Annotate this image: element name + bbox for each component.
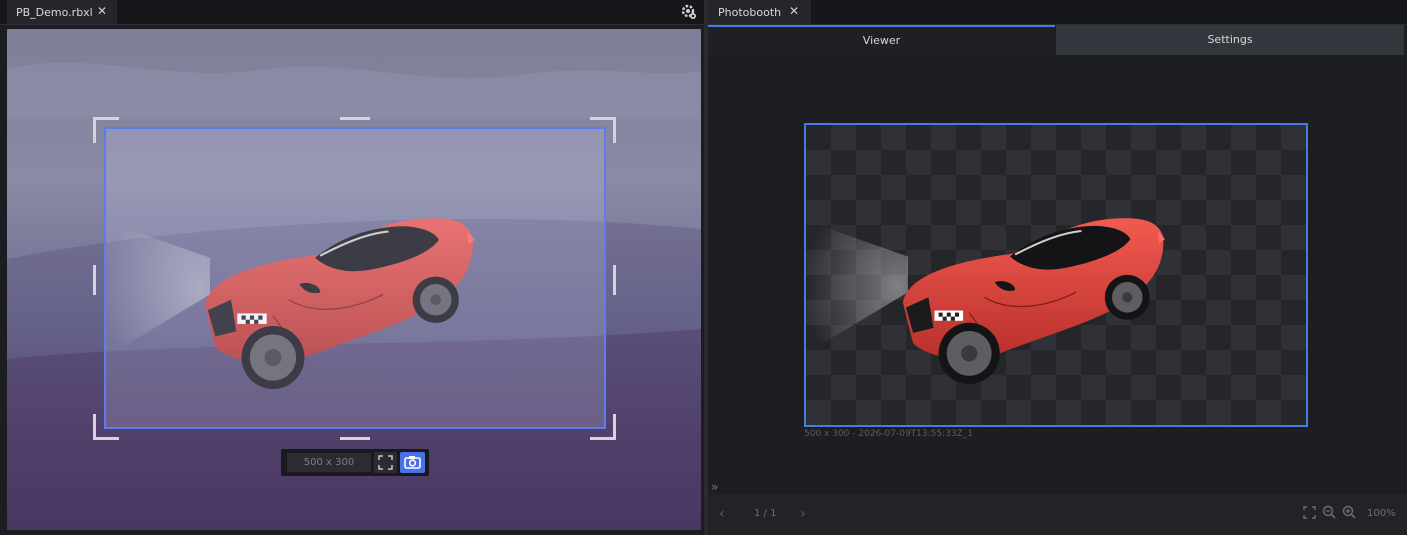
capture-toolbar: 500 x 300 bbox=[281, 449, 429, 476]
photobooth-panel: Photobooth ✕ Viewer Settings 500 x 300 -… bbox=[708, 0, 1407, 535]
document-tab[interactable]: PB_Demo.rbxl ✕ bbox=[7, 0, 117, 24]
crop-edge-top[interactable] bbox=[340, 117, 370, 120]
crop-edge-right[interactable] bbox=[613, 265, 616, 295]
close-icon[interactable]: ✕ bbox=[789, 4, 799, 18]
photobooth-tab-label: Photobooth bbox=[718, 5, 782, 19]
zoom-fit-icon[interactable] bbox=[1303, 506, 1316, 519]
crop-corner-bl[interactable] bbox=[93, 437, 119, 440]
crop-corner-tl-v[interactable] bbox=[93, 117, 96, 143]
close-icon[interactable]: ✕ bbox=[97, 4, 107, 18]
double-chevron-icon[interactable]: » bbox=[711, 480, 718, 494]
chevron-left-icon[interactable]: ‹ bbox=[719, 506, 725, 522]
zoom-out-icon[interactable] bbox=[1322, 505, 1336, 519]
chevron-right-icon[interactable]: › bbox=[800, 506, 806, 522]
crop-corner-tl[interactable] bbox=[93, 117, 119, 120]
capture-frame[interactable] bbox=[104, 127, 606, 429]
crop-corner-br-v[interactable] bbox=[613, 414, 616, 440]
camera-icon bbox=[404, 456, 421, 469]
capture-button[interactable] bbox=[400, 452, 425, 473]
photo-caption: 500 x 300 - 2026-07-09T13:55:33Z_1 bbox=[804, 429, 973, 439]
photo-preview[interactable] bbox=[804, 123, 1308, 427]
page-indicator: 1 / 1 bbox=[754, 508, 777, 519]
viewer-footer: ‹ 1 / 1 › 100% bbox=[708, 494, 1407, 535]
document-tab-label: PB_Demo.rbxl bbox=[16, 5, 93, 19]
tab-settings[interactable]: Settings bbox=[1056, 25, 1404, 55]
fullscreen-button[interactable] bbox=[374, 452, 397, 473]
preview-image bbox=[806, 217, 1167, 386]
document-tab-bar: PB_Demo.rbxl ✕ bbox=[0, 0, 704, 25]
zoom-level: 100% bbox=[1367, 508, 1396, 519]
studio-viewport-panel: PB_Demo.rbxl ✕ 500 x 300 bbox=[0, 0, 704, 535]
tab-viewer[interactable]: Viewer bbox=[708, 25, 1055, 55]
fullscreen-icon bbox=[378, 455, 393, 470]
photobooth-tab-bar: Photobooth ✕ bbox=[708, 0, 1407, 25]
photobooth-tab[interactable]: Photobooth ✕ bbox=[708, 0, 811, 24]
size-input[interactable]: 500 x 300 bbox=[287, 453, 371, 472]
zoom-in-icon[interactable] bbox=[1342, 505, 1356, 519]
crop-edge-left[interactable] bbox=[93, 265, 96, 295]
3d-viewport[interactable]: 500 x 300 bbox=[7, 29, 701, 530]
crop-edge-bottom[interactable] bbox=[340, 437, 370, 440]
gear-icon[interactable] bbox=[680, 3, 698, 21]
subtab-bar: Viewer Settings bbox=[708, 25, 1407, 55]
crop-corner-bl-v[interactable] bbox=[93, 414, 96, 440]
crop-corner-tr-v[interactable] bbox=[613, 117, 616, 143]
